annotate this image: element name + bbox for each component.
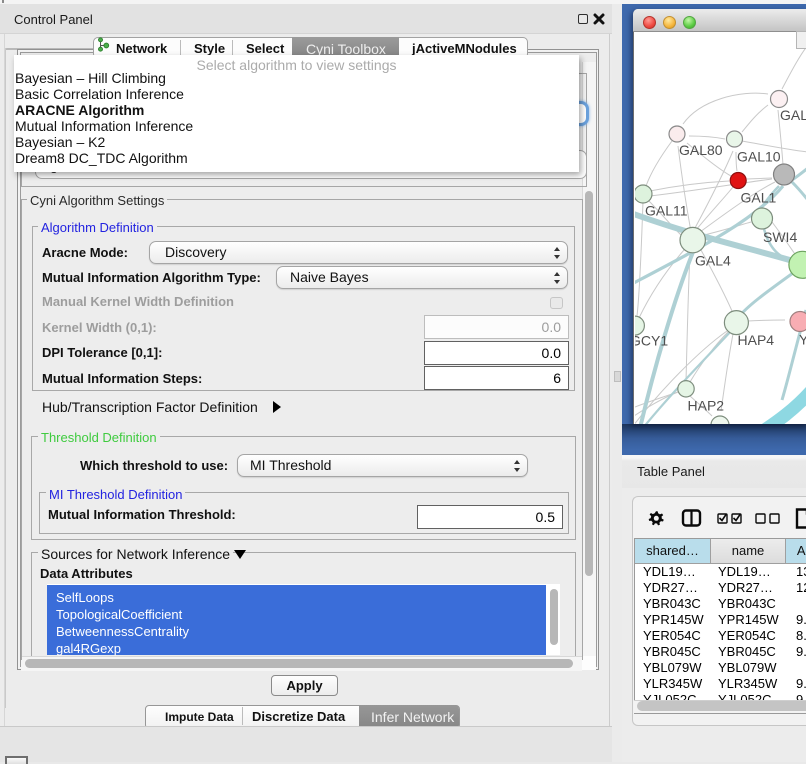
svg-text:Y: Y [799,332,806,348]
svg-text:GAL4: GAL4 [695,253,731,269]
svg-text:SWI4: SWI4 [763,229,797,245]
svg-text:GAL80: GAL80 [679,142,723,158]
svg-text:HAP4: HAP4 [738,332,775,348]
svg-text:GAL7: GAL7 [780,107,806,123]
svg-text:GAL10: GAL10 [737,149,781,165]
svg-text:HAP2: HAP2 [688,398,725,414]
svg-text:GAL11: GAL11 [645,203,688,219]
svg-text:GCY1: GCY1 [635,333,668,349]
svg-text:GAL1: GAL1 [741,190,777,206]
